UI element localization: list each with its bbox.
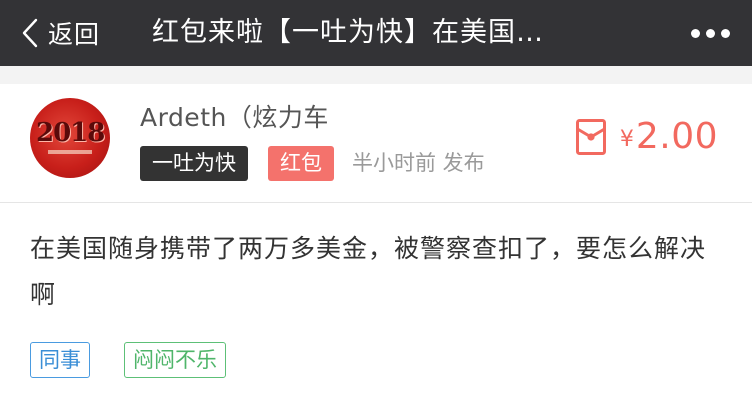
red-packet-tag: 红包 xyxy=(268,146,334,181)
post-card[interactable]: 2018 Ardeth（炫力车 一吐为快 红包 半小时前 发布 ¥ 2.00 在… xyxy=(0,84,752,416)
red-envelope-icon xyxy=(575,118,606,155)
top-nav-bar: 返回 红包来啦【一吐为快】在美国… xyxy=(0,0,752,66)
back-label: 返回 xyxy=(48,20,101,49)
post-content: 在美国随身携带了两万多美金，被警察查扣了，要怎么解决啊 xyxy=(30,234,707,309)
more-button[interactable] xyxy=(691,0,730,66)
avatar-number: 2018 xyxy=(36,118,105,148)
reward-amount[interactable]: ¥ 2.00 xyxy=(575,116,718,157)
avatar-decoration xyxy=(48,150,92,154)
mood-tag-unhappy[interactable]: 闷闷不乐 xyxy=(124,342,226,378)
more-dot-icon xyxy=(706,28,715,38)
amount-value: 2.00 xyxy=(635,116,718,157)
page-title: 红包来啦【一吐为快】在美国… xyxy=(152,17,544,48)
user-avatar[interactable]: 2018 xyxy=(30,98,110,178)
chevron-left-icon xyxy=(22,18,38,48)
currency-symbol: ¥ xyxy=(619,127,634,152)
topic-tag-colleague[interactable]: 同事 xyxy=(30,342,90,378)
username[interactable]: Ardeth（炫力车 xyxy=(140,98,329,134)
back-button[interactable]: 返回 xyxy=(22,0,100,66)
more-dot-icon xyxy=(721,28,730,38)
app-screen: 返回 红包来啦【一吐为快】在美国… 2018 Ardeth（炫力车 一吐为快 红… xyxy=(0,0,752,416)
more-dot-icon xyxy=(691,28,700,38)
post-time: 半小时前 发布 xyxy=(352,151,485,175)
category-tag[interactable]: 一吐为快 xyxy=(140,146,248,181)
divider xyxy=(0,202,752,203)
